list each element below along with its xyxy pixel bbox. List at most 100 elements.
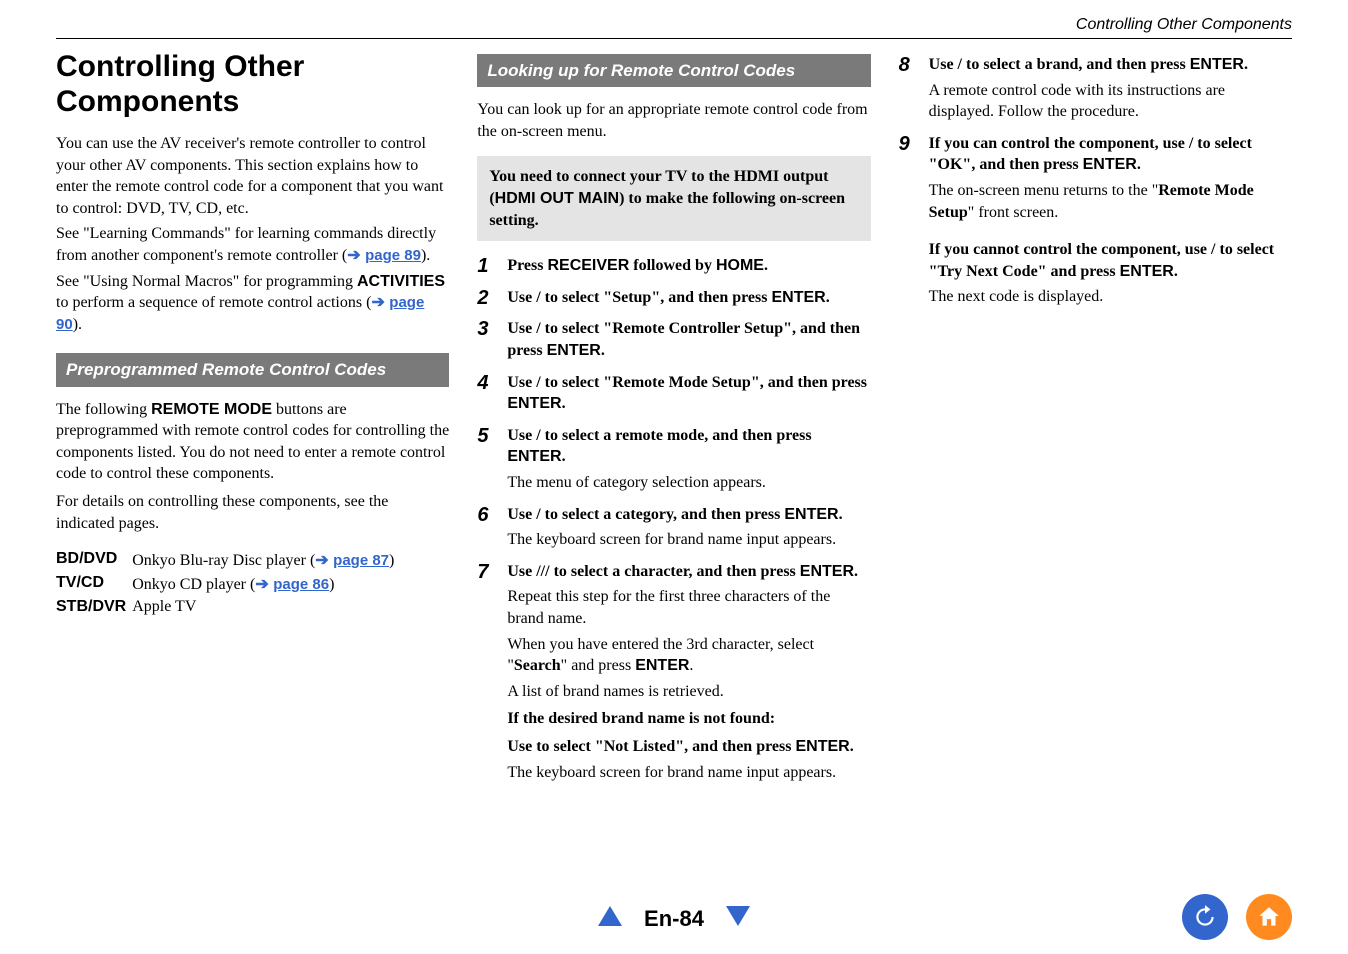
text: . — [854, 563, 858, 580]
row-label: BD/DVD — [56, 548, 132, 572]
enter-label: ENTER — [507, 448, 561, 465]
lookup-lead: You can look up for an appropriate remot… — [477, 99, 870, 142]
enter-label: ENTER — [507, 395, 561, 412]
link-page-87[interactable]: page 87 — [333, 552, 389, 569]
next-page-button[interactable] — [726, 906, 750, 932]
triangle-down-icon — [726, 906, 750, 926]
column-right: Use / to select a brand, and then press … — [899, 50, 1292, 793]
text: Onkyo Blu-ray Disc player ( — [132, 552, 315, 569]
link-page-86[interactable]: page 86 — [273, 576, 329, 593]
text: to select "Remote Mode Setup", and then … — [541, 374, 867, 391]
text: to select a brand, and then press — [962, 56, 1190, 73]
step-1: Press RECEIVER followed by HOME. — [477, 255, 870, 277]
section-heading-lookup: Looking up for Remote Control Codes — [477, 54, 870, 87]
enter-label: ENTER — [771, 289, 825, 306]
text: to select "Setup", and then press — [541, 289, 772, 306]
table-row: BD/DVD Onkyo Blu-ray Disc player (➔ page… — [56, 548, 400, 572]
step-5: Use / to select a remote mode, and then … — [477, 425, 870, 494]
intro-paragraph-3: See "Using Normal Macros" for programmin… — [56, 271, 449, 336]
preprog-paragraph-1: The following REMOTE MODE buttons are pr… — [56, 399, 449, 485]
step-2: Use / to select "Setup", and then press … — [477, 287, 870, 309]
text: . — [1174, 263, 1178, 280]
text: to select a category, and then press — [541, 506, 785, 523]
step-7-sub3: A list of brand names is retrieved. — [507, 681, 870, 703]
table-row: TV/CD Onkyo CD player (➔ page 86) — [56, 572, 400, 596]
row-label: TV/CD — [56, 572, 132, 596]
step-8: Use / to select a brand, and then press … — [899, 54, 1292, 123]
step-7-sub5: Use to select "Not Listed", and then pre… — [507, 736, 870, 758]
link-arrow-icon: ➔ — [315, 552, 333, 569]
step-7-sub1: Repeat this step for the first three cha… — [507, 586, 870, 629]
page-title: Controlling Other Components — [56, 50, 449, 119]
remote-mode-label: REMOTE MODE — [151, 401, 272, 418]
page-number: En-84 — [644, 906, 704, 932]
enter-label: ENTER — [795, 738, 849, 755]
text: " and press — [561, 657, 636, 674]
text: ). — [421, 247, 430, 264]
text: Use — [507, 427, 536, 444]
column-left: Controlling Other Components You can use… — [56, 50, 449, 793]
receiver-label: RECEIVER — [547, 257, 629, 274]
text: . — [839, 506, 843, 523]
link-arrow-icon: ➔ — [255, 576, 273, 593]
text: . — [601, 342, 605, 359]
steps-list: Press RECEIVER followed by HOME. Use / t… — [477, 255, 870, 783]
search-label: Search — [514, 657, 561, 674]
step-4: Use / to select "Remote Mode Setup", and… — [477, 372, 870, 415]
text: If you can control the component, use — [929, 135, 1189, 152]
prev-page-button[interactable] — [598, 906, 622, 932]
text: If you cannot control the component, use — [929, 241, 1211, 258]
link-arrow-icon: ➔ — [347, 247, 365, 264]
row-label: STB/DVR — [56, 596, 132, 618]
note-box: You need to connect your TV to the HDMI … — [477, 156, 870, 241]
steps-list-continued: Use / to select a brand, and then press … — [899, 54, 1292, 308]
text: " front screen. — [968, 204, 1059, 221]
home-icon — [1256, 904, 1282, 930]
preprogrammed-table: BD/DVD Onkyo Blu-ray Disc player (➔ page… — [56, 548, 400, 618]
text: Use — [507, 506, 536, 523]
step-7-sub4: If the desired brand name is not found: — [507, 708, 870, 730]
enter-label: ENTER — [547, 342, 601, 359]
text: The following — [56, 401, 151, 418]
enter-label: ENTER — [1083, 156, 1137, 173]
text: . — [689, 657, 693, 674]
step-9-sub: The on-screen menu returns to the "Remot… — [929, 180, 1292, 223]
enter-label: ENTER — [635, 657, 689, 674]
row-value: Onkyo Blu-ray Disc player (➔ page 87) — [132, 548, 400, 572]
step-9-alt: If you cannot control the component, use… — [929, 239, 1292, 282]
row-value: Onkyo CD player (➔ page 86) — [132, 572, 400, 596]
step-8-sub: A remote control code with its instructi… — [929, 80, 1292, 123]
row-value: Apple TV — [132, 596, 400, 618]
step-9-alt-sub: The next code is displayed. — [929, 286, 1292, 308]
enter-label: ENTER — [1120, 263, 1174, 280]
note-hdmi-label: HDMI OUT MAIN — [495, 190, 619, 207]
home-label: HOME — [716, 257, 764, 274]
text: Press — [507, 257, 547, 274]
step-7-sub2: When you have entered the 3rd character,… — [507, 634, 870, 677]
page-footer: En-84 — [0, 906, 1348, 932]
activities-label: ACTIVITIES — [357, 273, 445, 290]
intro-paragraph-1: You can use the AV receiver's remote con… — [56, 133, 449, 219]
text: See "Using Normal Macros" for programmin… — [56, 273, 357, 290]
step-9: If you can control the component, use / … — [899, 133, 1292, 308]
home-button[interactable] — [1246, 894, 1292, 940]
text: to perform a sequence of remote control … — [56, 294, 371, 311]
step-5-sub: The menu of category selection appears. — [507, 472, 870, 494]
text: . — [562, 448, 566, 465]
intro-paragraph-2: See "Learning Commands" for learning com… — [56, 223, 449, 266]
step-7: Use /// to select a character, and then … — [477, 561, 870, 783]
enter-label: ENTER — [1190, 56, 1244, 73]
text: to select "Not Listed", and then press — [536, 738, 795, 755]
text: Use — [507, 320, 536, 337]
back-button[interactable] — [1182, 894, 1228, 940]
step-6: Use / to select a category, and then pre… — [477, 504, 870, 551]
link-page-89[interactable]: page 89 — [365, 247, 421, 264]
text: . — [1244, 56, 1248, 73]
step-7-sub6: The keyboard screen for brand name input… — [507, 762, 870, 784]
text: . — [826, 289, 830, 306]
enter-label: ENTER — [800, 563, 854, 580]
text: to select a character, and then press — [550, 563, 800, 580]
text: Use — [507, 374, 536, 391]
text: ) — [389, 552, 394, 569]
text: Use — [507, 563, 536, 580]
